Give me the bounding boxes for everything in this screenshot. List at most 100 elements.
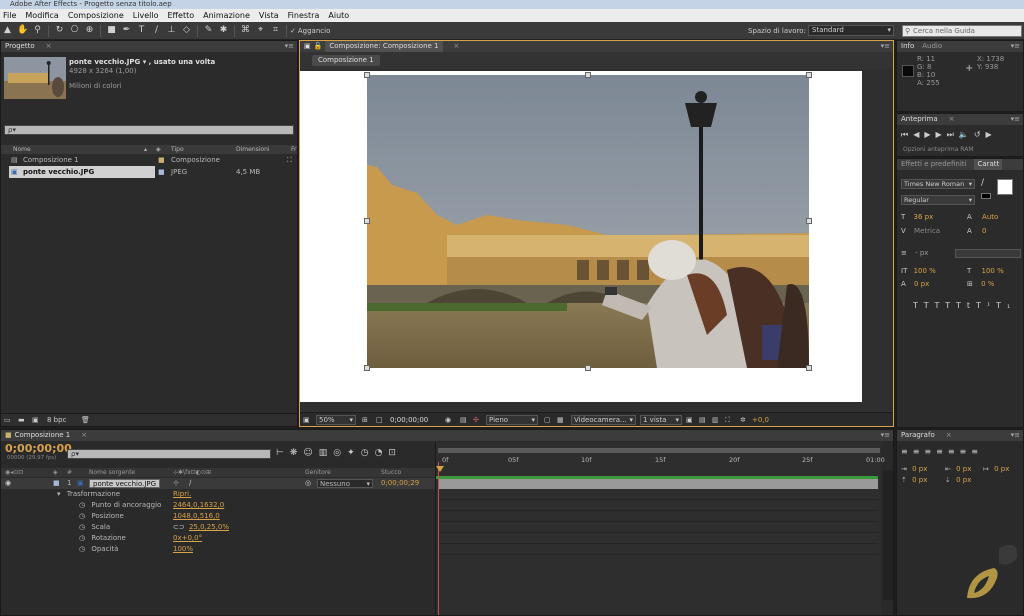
zoom-tool-icon[interactable]: ⚲ — [32, 25, 43, 36]
property-value[interactable]: 25,0,25,0% — [189, 523, 229, 531]
transform-handle[interactable] — [585, 365, 591, 371]
space-before-value[interactable]: 0 px — [912, 476, 927, 484]
transform-handle[interactable] — [806, 72, 812, 78]
menu-livello[interactable]: Livello — [133, 9, 159, 22]
tab-audio[interactable]: Audio — [922, 41, 942, 52]
menu-effetto[interactable]: Effetto — [167, 9, 194, 22]
graph-editor-icon[interactable]: ◔ — [375, 448, 389, 458]
brainstorm-icon[interactable]: ✦ — [347, 448, 361, 458]
snap-checkbox[interactable]: ✓ Aggancio — [290, 27, 330, 35]
stroke-width-value[interactable]: - px — [915, 249, 928, 257]
transform-handle[interactable] — [364, 72, 370, 78]
camera-tool-icon[interactable]: ⎔ — [69, 25, 80, 36]
tab-project[interactable]: Progetto — [5, 41, 35, 52]
roto-brush-tool-icon[interactable]: ✎ — [203, 25, 214, 36]
selection-tool-icon[interactable]: ▲ — [2, 25, 13, 36]
fill-color-swatch[interactable] — [997, 179, 1013, 195]
workspace-select[interactable]: Standard ▾ — [808, 25, 894, 36]
menu-composizione[interactable]: Composizione — [68, 9, 124, 22]
axis-view-icon[interactable]: ⌗ — [270, 25, 281, 36]
playhead-marker[interactable] — [436, 466, 444, 472]
snapshot-icon[interactable]: ◉ — [445, 413, 451, 426]
tab-info[interactable]: Info — [901, 41, 914, 52]
layer-quality-icon[interactable]: ∕ — [189, 478, 191, 489]
project-item-row[interactable]: ▤ Composizione 1 ■ Composizione ⛶ — [1, 155, 297, 166]
small-caps-icon[interactable]: Tt — [956, 301, 976, 310]
transparency-grid-icon[interactable]: ▦ — [557, 413, 564, 426]
panel-menu-icon[interactable]: ▾≡ — [1011, 114, 1020, 125]
menu-file[interactable]: File — [3, 9, 16, 22]
close-icon[interactable]: × — [46, 41, 52, 52]
font-family-select[interactable]: Times New Roman ▾ — [901, 179, 975, 189]
timeline-graph-area[interactable]: 0f 05f 10f 15f 20f 25f 01:00 — [435, 442, 885, 615]
rotate-tool-icon[interactable]: ↻ — [54, 25, 65, 36]
menu-finestra[interactable]: Finestra — [288, 9, 320, 22]
previous-frame-icon[interactable]: ◀ — [913, 130, 924, 139]
eyedropper-icon[interactable]: ∕ — [981, 178, 984, 188]
channel-icon[interactable]: ✣ — [473, 413, 479, 426]
property-value[interactable]: 2464,0,1632,0 — [173, 500, 224, 511]
transform-handle[interactable] — [364, 218, 370, 224]
close-icon[interactable]: × — [454, 41, 460, 52]
trash-icon[interactable]: 🗑 — [81, 414, 90, 426]
playhead-line[interactable] — [438, 462, 439, 615]
next-frame-icon[interactable]: ▶ — [936, 130, 947, 139]
faux-italic-icon[interactable]: T — [924, 301, 935, 310]
ram-preview-icon[interactable]: ▶ — [986, 130, 997, 139]
frame-blending-icon[interactable]: ▥ — [319, 448, 334, 458]
col-fr[interactable]: Fr — [291, 145, 296, 154]
col-stretch[interactable]: Stucco — [381, 468, 401, 477]
work-area-bar[interactable] — [438, 448, 880, 453]
axis-world-icon[interactable]: ⌖ — [255, 25, 266, 36]
mask-visibility-icon[interactable]: □ — [376, 413, 383, 426]
mute-icon[interactable]: 🔈 — [959, 130, 974, 139]
panel-menu-icon[interactable]: ▾≡ — [285, 41, 294, 52]
pan-behind-tool-icon[interactable]: ⊕ — [84, 25, 95, 36]
layer-switch-icon[interactable]: ⊹ — [173, 478, 179, 489]
title-safe-icon[interactable]: ⊞ — [362, 413, 368, 426]
transform-handle[interactable] — [364, 365, 370, 371]
stopwatch-icon[interactable]: ◷ — [79, 512, 85, 520]
justify-right-icon[interactable]: ≡ — [960, 447, 972, 456]
menu-aiuto[interactable]: Aiuto — [328, 9, 349, 22]
puppet-pin-tool-icon[interactable]: ✱ — [218, 25, 229, 36]
transform-handle[interactable] — [806, 218, 812, 224]
tab-composition[interactable]: Composizione: Composizione 1 — [325, 41, 443, 52]
col-size[interactable]: Dimensioni — [236, 145, 270, 154]
justify-left-icon[interactable]: ≡ — [936, 447, 948, 456]
col-source-name[interactable]: Nome sorgente — [89, 468, 135, 477]
constrain-link-icon[interactable]: ⊂⊃ — [173, 523, 185, 531]
layer-name[interactable]: ponte vecchio.JPG — [89, 479, 161, 488]
indent-first-value[interactable]: 0 px — [994, 465, 1009, 473]
property-value[interactable]: 100% — [173, 544, 193, 555]
black-swatch[interactable] — [981, 193, 991, 199]
subscript-icon[interactable]: T₁ — [996, 301, 1016, 310]
tab-effects-presets[interactable]: Effetti e predefiniti — [901, 159, 966, 170]
always-preview-icon[interactable]: ▣ — [303, 413, 310, 426]
motion-blur-icon[interactable]: ◎ — [333, 448, 347, 458]
panel-menu-icon[interactable]: ▾≡ — [1011, 430, 1020, 441]
video-toggle-icon[interactable]: ◉ — [5, 478, 11, 489]
close-icon[interactable]: × — [949, 114, 955, 125]
zoom-select[interactable]: 50% ▾ — [316, 415, 356, 425]
tracking-value[interactable]: 0 — [982, 227, 986, 235]
transform-handle[interactable] — [585, 72, 591, 78]
stroke-type-select[interactable] — [955, 249, 1021, 258]
project-bpc[interactable]: 8 bpc — [47, 414, 66, 426]
expand-triangle-icon[interactable]: ▾ — [57, 490, 61, 498]
stopwatch-icon[interactable]: ◷ — [79, 545, 85, 553]
help-search-input[interactable]: ⚲ Cerca nella Guida — [902, 25, 1022, 37]
horizontal-scale-value[interactable]: 100 % — [982, 267, 1004, 275]
clone-stamp-tool-icon[interactable]: ⊥ — [166, 25, 177, 36]
composition-viewer[interactable] — [300, 69, 893, 411]
property-value[interactable]: 0x+0,0° — [173, 533, 202, 544]
play-icon[interactable]: ▶ — [924, 130, 935, 139]
close-icon[interactable]: × — [81, 430, 87, 441]
close-icon[interactable]: × — [946, 430, 952, 441]
timeline-search-input[interactable]: ρ▾ — [67, 449, 271, 459]
align-center-icon[interactable]: ≡ — [913, 447, 925, 456]
exposure-icon[interactable]: ✲ — [740, 413, 746, 426]
transform-reset[interactable]: Ripri. — [173, 489, 191, 500]
property-value[interactable]: 1048,0,516,0 — [173, 511, 220, 522]
baseline-shift-value[interactable]: 0 px — [914, 280, 929, 288]
